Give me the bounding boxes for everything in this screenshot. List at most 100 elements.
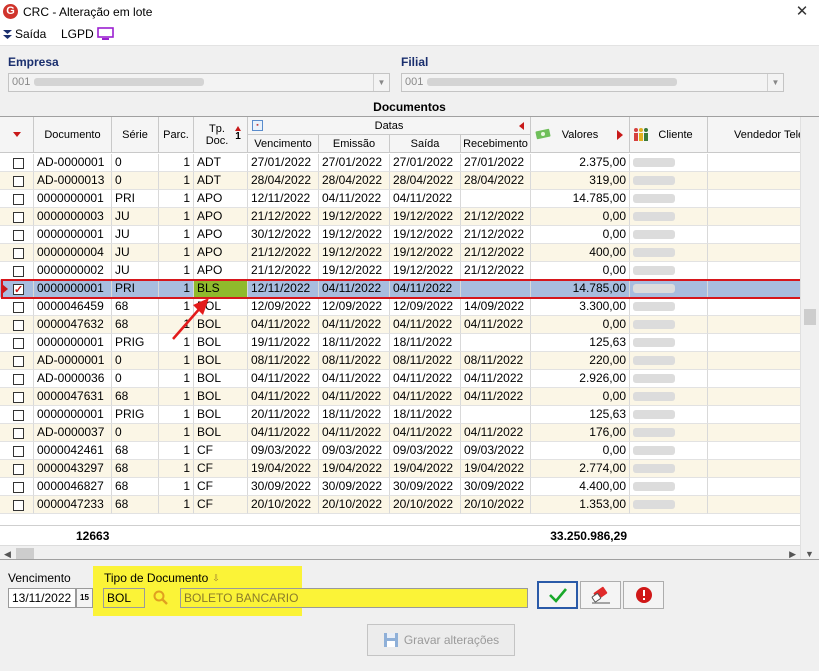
table-row[interactable]: 0000000004 JU 1 APO 21/12/2022 19/12/2022 19/1… (0, 244, 800, 262)
cell-serie[interactable]: 0 (112, 352, 159, 370)
cell-valor[interactable]: 2.926,00 (531, 370, 630, 388)
table-row[interactable]: AD-0000036 0 1 BOL 04/11/2022 04/11/2022 04/11… (0, 370, 800, 388)
cell-vencimento[interactable]: 04/11/2022 (248, 370, 319, 388)
scroll-right-icon[interactable]: ▶ (789, 549, 796, 559)
cell-vencimento[interactable]: 27/01/2022 (248, 154, 319, 172)
cell-vencimento[interactable]: 08/11/2022 (248, 352, 319, 370)
cell-tp-doc[interactable]: CF (194, 442, 248, 460)
header-valores[interactable]: Valores (531, 117, 630, 153)
cell-tp-doc[interactable]: CF (194, 496, 248, 514)
row-checkbox-cell[interactable] (0, 478, 34, 496)
cell-vendedor[interactable] (708, 388, 800, 406)
cell-documento[interactable]: AD-0000001 (34, 352, 112, 370)
row-checkbox[interactable] (13, 464, 24, 475)
cell-cliente[interactable] (630, 424, 708, 442)
header-datas[interactable]: ▪ Datas (248, 117, 531, 135)
cell-serie[interactable]: JU (112, 226, 159, 244)
table-row[interactable]: AD-0000001 0 1 BOL 08/11/2022 08/11/2022 08/11… (0, 352, 800, 370)
cell-cliente[interactable] (630, 262, 708, 280)
row-checkbox[interactable] (13, 158, 24, 169)
cell-recebimento[interactable]: 28/04/2022 (461, 172, 531, 190)
cell-valor[interactable]: 4.400,00 (531, 478, 630, 496)
row-checkbox-cell[interactable] (0, 406, 34, 424)
row-checkbox-cell[interactable] (0, 244, 34, 262)
cell-tp-doc[interactable]: BOL (194, 424, 248, 442)
row-checkbox-cell[interactable] (0, 334, 34, 352)
cell-valor[interactable]: 14.785,00 (531, 280, 630, 298)
cell-vencimento[interactable]: 04/11/2022 (248, 316, 319, 334)
row-checkbox-cell[interactable] (0, 370, 34, 388)
cell-cliente[interactable] (630, 172, 708, 190)
table-row[interactable]: 0000047233 68 1 CF 20/10/2022 20/10/2022 20/10… (0, 496, 800, 514)
row-checkbox[interactable] (13, 410, 24, 421)
header-recebimento[interactable]: Recebimento (461, 135, 531, 153)
cell-documento[interactable]: 0000000001 (34, 280, 112, 298)
vertical-scrollbar[interactable]: ▼ (800, 117, 819, 559)
cell-documento[interactable]: 0000000001 (34, 190, 112, 208)
cell-vencimento[interactable]: 04/11/2022 (248, 388, 319, 406)
cell-documento[interactable]: 0000047632 (34, 316, 112, 334)
cell-documento[interactable]: 0000000001 (34, 226, 112, 244)
cell-recebimento[interactable]: 21/12/2022 (461, 226, 531, 244)
cell-saida[interactable]: 04/11/2022 (390, 424, 461, 442)
cell-tp-doc[interactable]: APO (194, 190, 248, 208)
confirm-button[interactable] (537, 581, 578, 609)
cell-recebimento[interactable]: 04/11/2022 (461, 424, 531, 442)
cell-cliente[interactable] (630, 190, 708, 208)
cell-recebimento[interactable]: 08/11/2022 (461, 352, 531, 370)
cell-documento[interactable]: AD-0000001 (34, 154, 112, 172)
header-cliente[interactable]: Cliente (630, 117, 708, 153)
cell-vendedor[interactable] (708, 442, 800, 460)
cell-vendedor[interactable] (708, 190, 800, 208)
cell-cliente[interactable] (630, 388, 708, 406)
cell-documento[interactable]: 0000000004 (34, 244, 112, 262)
cell-emissao[interactable]: 04/11/2022 (319, 190, 390, 208)
cell-valor[interactable]: 319,00 (531, 172, 630, 190)
cell-valor[interactable]: 125,63 (531, 406, 630, 424)
cell-tp-doc[interactable]: BOL (194, 352, 248, 370)
cell-documento[interactable]: 0000046827 (34, 478, 112, 496)
cell-emissao[interactable]: 04/11/2022 (319, 280, 390, 298)
header-documento[interactable]: Documento (34, 117, 112, 153)
cell-vendedor[interactable] (708, 316, 800, 334)
cell-recebimento[interactable] (461, 406, 531, 424)
expand-right-icon[interactable] (617, 130, 623, 140)
header-emissao[interactable]: Emissão (319, 135, 390, 153)
cell-vendedor[interactable] (708, 280, 800, 298)
cell-valor[interactable]: 0,00 (531, 226, 630, 244)
cell-parc[interactable]: 1 (159, 262, 194, 280)
row-checkbox[interactable] (13, 500, 24, 511)
cell-saida[interactable]: 19/12/2022 (390, 262, 461, 280)
row-checkbox[interactable] (13, 356, 24, 367)
row-checkbox[interactable] (13, 302, 24, 313)
cell-cliente[interactable] (630, 208, 708, 226)
scroll-left-icon[interactable]: ◀ (4, 549, 11, 559)
cell-parc[interactable]: 1 (159, 424, 194, 442)
cell-vencimento[interactable]: 30/09/2022 (248, 478, 319, 496)
cell-valor[interactable]: 3.300,00 (531, 298, 630, 316)
cell-emissao[interactable]: 28/04/2022 (319, 172, 390, 190)
cell-serie[interactable]: PRIG (112, 406, 159, 424)
cell-emissao[interactable]: 09/03/2022 (319, 442, 390, 460)
cell-parc[interactable]: 1 (159, 460, 194, 478)
cell-saida[interactable]: 30/09/2022 (390, 478, 461, 496)
cell-serie[interactable]: 0 (112, 172, 159, 190)
clear-button[interactable] (580, 581, 621, 609)
cell-valor[interactable]: 0,00 (531, 316, 630, 334)
cell-serie[interactable]: 0 (112, 370, 159, 388)
cell-saida[interactable]: 04/11/2022 (390, 316, 461, 334)
cell-emissao[interactable]: 19/04/2022 (319, 460, 390, 478)
cell-emissao[interactable]: 19/12/2022 (319, 262, 390, 280)
cell-saida[interactable]: 19/12/2022 (390, 244, 461, 262)
cell-documento[interactable]: 0000000001 (34, 334, 112, 352)
cell-emissao[interactable]: 04/11/2022 (319, 424, 390, 442)
header-vencimento[interactable]: Vencimento (248, 135, 319, 153)
table-row[interactable]: AD-0000001 0 1 ADT 27/01/2022 27/01/2022 27/01… (0, 154, 800, 172)
cell-serie[interactable]: 68 (112, 478, 159, 496)
row-checkbox-cell[interactable] (0, 316, 34, 334)
cell-vencimento[interactable]: 19/11/2022 (248, 334, 319, 352)
cell-serie[interactable]: 68 (112, 442, 159, 460)
cell-saida[interactable]: 04/11/2022 (390, 280, 461, 298)
cell-emissao[interactable]: 04/11/2022 (319, 370, 390, 388)
cell-documento[interactable]: 0000046459 (34, 298, 112, 316)
